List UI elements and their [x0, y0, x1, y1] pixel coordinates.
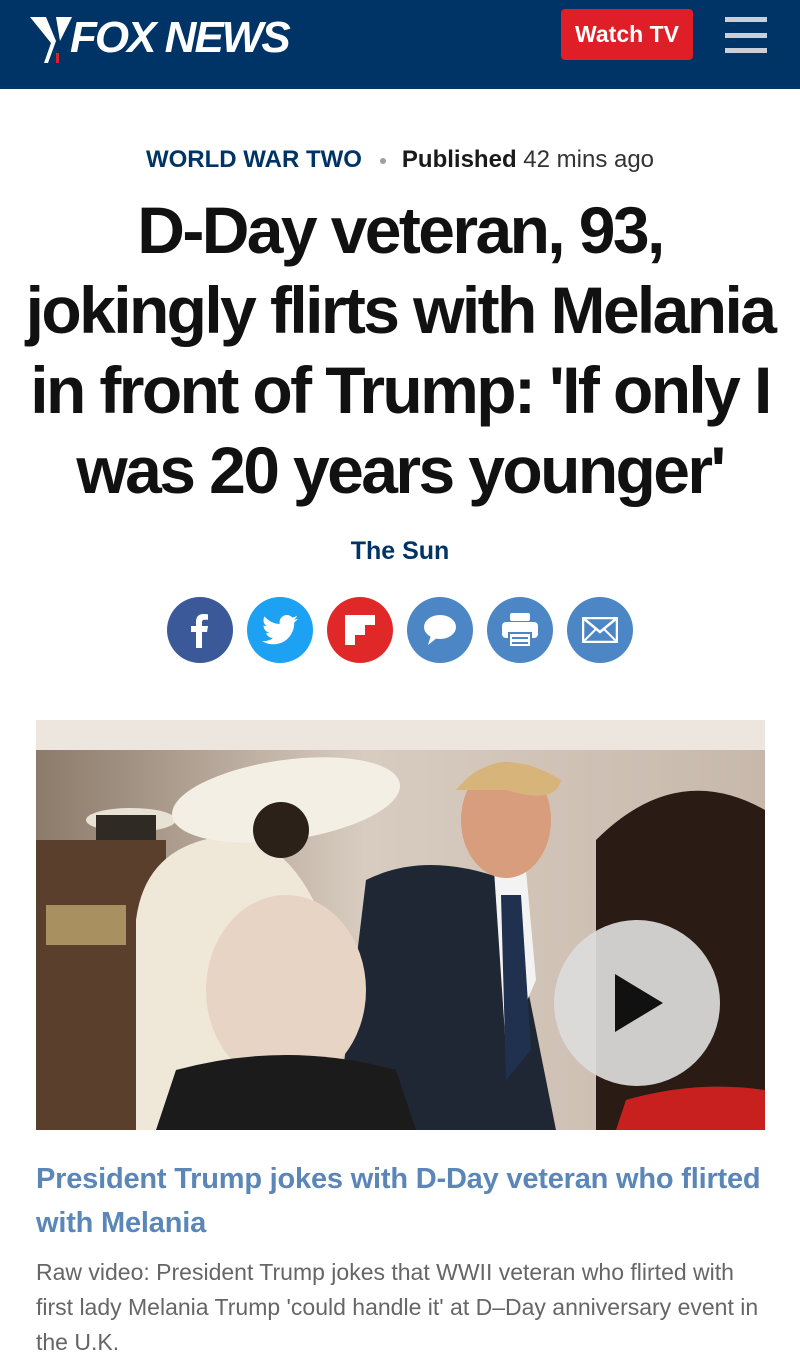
- play-button[interactable]: [554, 920, 720, 1086]
- watch-tv-button[interactable]: Watch TV: [561, 9, 693, 60]
- article-source[interactable]: The Sun: [0, 533, 800, 569]
- twitter-icon[interactable]: [247, 597, 313, 663]
- hamburger-menu-icon[interactable]: [725, 17, 767, 53]
- video-title[interactable]: President Trump jokes with D-Day veteran…: [36, 1157, 765, 1245]
- published-time: 42 mins ago: [523, 146, 655, 173]
- site-header: FOX NEWS Watch TV: [0, 0, 800, 89]
- article-headline: D-Day veteran, 93, jokingly flirts with …: [25, 193, 777, 507]
- email-icon[interactable]: [567, 597, 633, 663]
- separator-dot: [379, 157, 386, 164]
- video-player[interactable]: [36, 720, 765, 1130]
- category-link[interactable]: WORLD WAR TWO: [146, 146, 362, 173]
- published-label: Published: [401, 146, 517, 173]
- comment-icon[interactable]: [407, 597, 473, 663]
- flipboard-icon[interactable]: [327, 597, 393, 663]
- play-icon: [615, 974, 663, 1032]
- print-icon[interactable]: [487, 597, 553, 663]
- facebook-icon[interactable]: [167, 597, 233, 663]
- share-bar: [167, 597, 633, 663]
- fox-news-logo[interactable]: FOX NEWS: [26, 8, 291, 68]
- video-description: Raw video: President Trump jokes that WW…: [36, 1259, 759, 1355]
- article-meta: WORLD WAR TWO Published 42 mins ago: [0, 142, 800, 178]
- fox-logo-icon: [26, 11, 76, 65]
- logo-text: FOX NEWS: [70, 13, 291, 62]
